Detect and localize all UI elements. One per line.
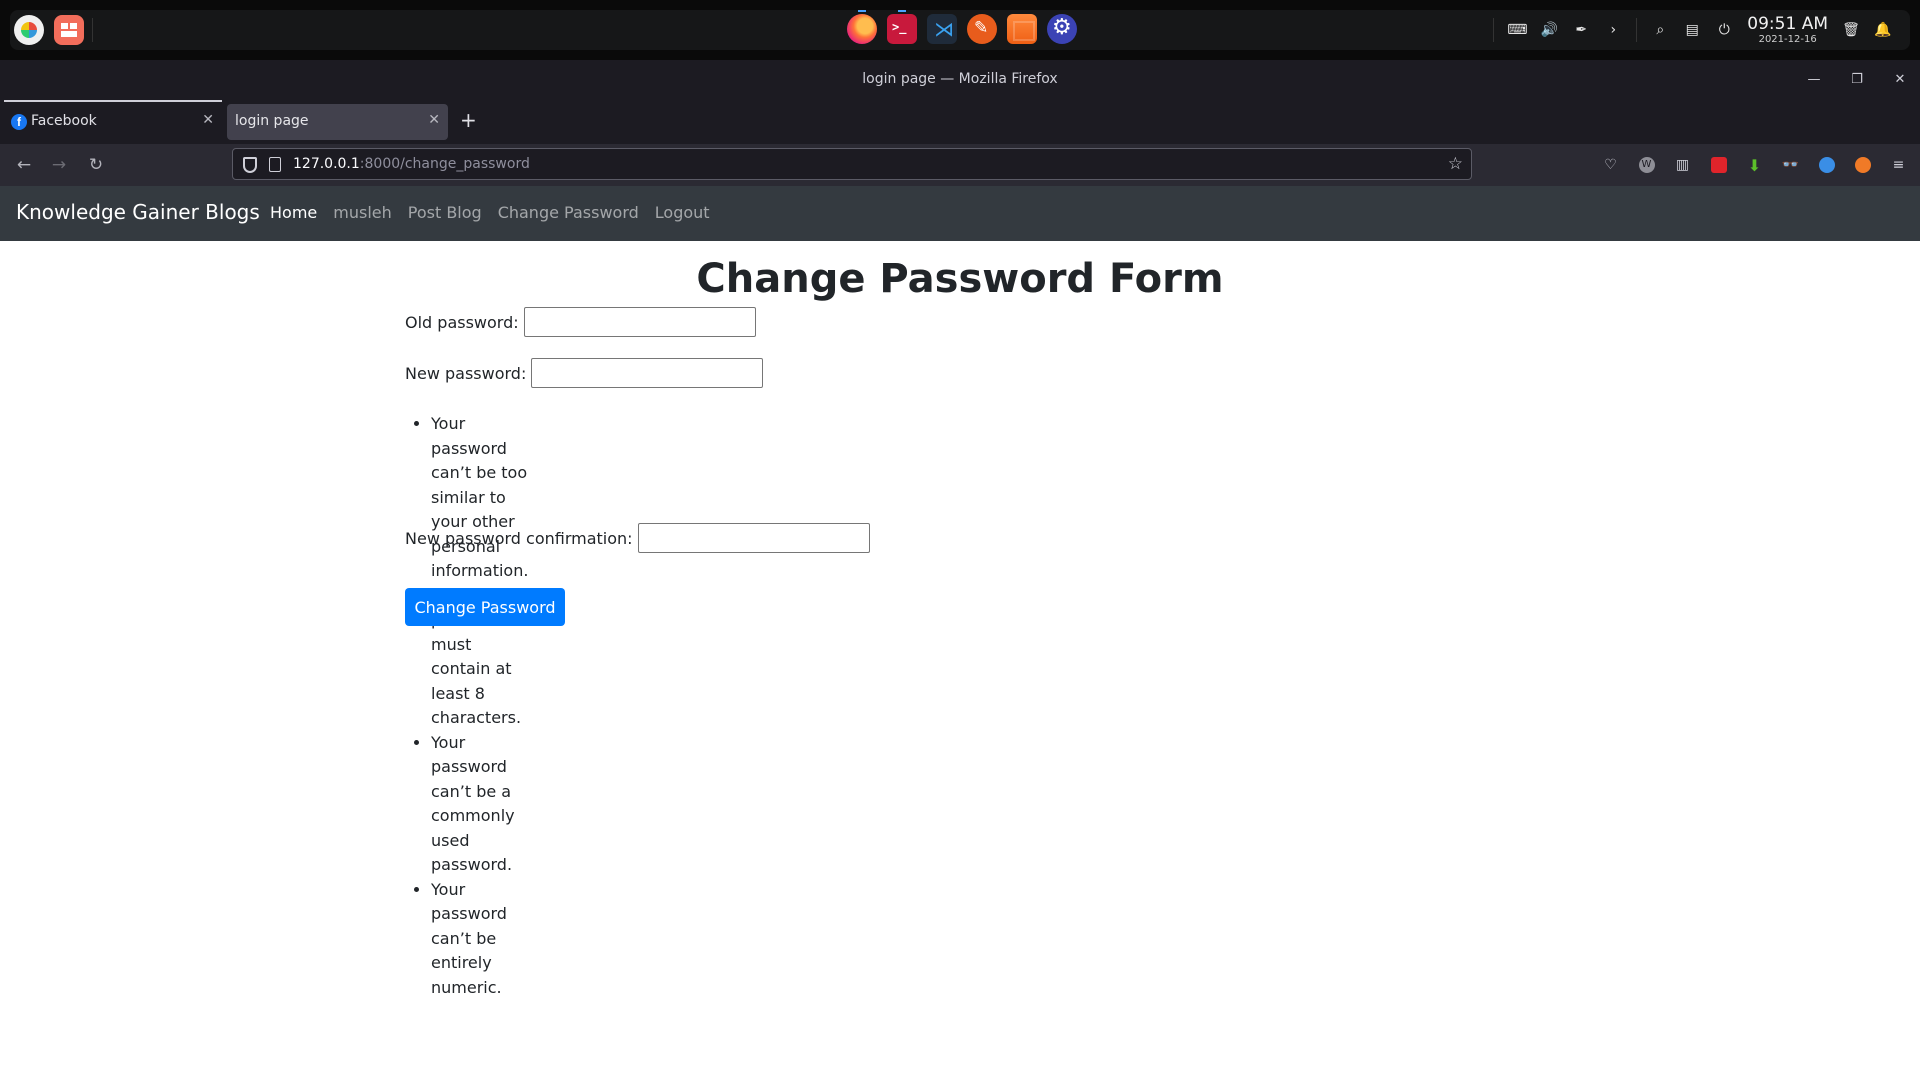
change-password-button[interactable]: Change Password xyxy=(405,588,565,626)
clock-time: 09:51 AM xyxy=(1747,13,1828,34)
nav-link-logout[interactable]: Logout xyxy=(655,203,710,222)
pdf-icon[interactable] xyxy=(1706,153,1731,177)
close-tab-icon[interactable]: ✕ xyxy=(428,112,440,128)
nav-link-home[interactable]: Home xyxy=(270,203,317,222)
new-tab-button[interactable]: + xyxy=(460,108,477,132)
dock xyxy=(847,10,1077,46)
panel-bar: ⌨ 🔊 ✒ › ⌕ ▤ ⏻ 09:51 AM 2021-12-16 🗑 🔔 xyxy=(10,10,1910,50)
desktop-panel: ⌨ 🔊 ✒ › ⌕ ▤ ⏻ 09:51 AM 2021-12-16 🗑 🔔 xyxy=(0,0,1920,60)
keyboard-icon[interactable]: ⌨ xyxy=(1507,21,1527,39)
trash-icon[interactable]: 🗑 xyxy=(1842,21,1860,39)
list-item: Your password can’t be a commonly used p… xyxy=(431,731,528,878)
notes-icon[interactable]: ▤ xyxy=(1683,21,1701,39)
restore-button[interactable]: ❐ xyxy=(1847,70,1867,90)
old-password-label: Old password: xyxy=(405,312,519,332)
tab-facebook[interactable]: f Facebook ✕ xyxy=(4,100,222,140)
feather-icon[interactable] xyxy=(967,14,997,44)
reload-button[interactable]: ↻ xyxy=(84,153,108,177)
pocket-icon[interactable]: ♡ xyxy=(1598,153,1623,177)
old-password-row: Old password: xyxy=(405,307,756,337)
panel-divider xyxy=(92,18,93,42)
terminal-icon[interactable] xyxy=(887,10,917,44)
app-menu-icon[interactable] xyxy=(14,15,44,45)
tab-label: login page xyxy=(235,113,309,129)
translate-icon[interactable] xyxy=(1814,153,1839,177)
facebook-icon: f xyxy=(11,114,27,130)
window-title: login page — Mozilla Firefox xyxy=(862,71,1058,87)
site-brand[interactable]: Knowledge Gainer Blogs xyxy=(16,200,260,224)
minimize-button[interactable]: — xyxy=(1804,70,1824,90)
page-title: Change Password Form xyxy=(696,256,1224,302)
list-item: Your password can’t be too similar to yo… xyxy=(431,412,528,584)
active-indicator xyxy=(858,10,866,12)
wikipedia-icon[interactable]: W xyxy=(1634,153,1659,177)
new-password-row: New password: xyxy=(405,358,764,388)
list-item: Your password can’t be entirely numeric. xyxy=(431,878,528,1001)
page-info-icon[interactable] xyxy=(269,157,281,172)
confirm-password-input[interactable] xyxy=(637,523,870,553)
bell-icon[interactable]: 🔔 xyxy=(1874,21,1892,39)
vscode-icon[interactable] xyxy=(927,14,957,44)
reader-glasses-icon[interactable]: 👓 xyxy=(1778,153,1803,177)
back-button[interactable]: ← xyxy=(12,153,36,177)
clock-date: 2021-12-16 xyxy=(1758,33,1817,45)
old-password-input[interactable] xyxy=(523,307,756,337)
settings-icon[interactable] xyxy=(1047,14,1077,44)
nav-link-profile[interactable]: musleh xyxy=(333,203,392,222)
tab-login-page[interactable]: login page ✕ xyxy=(227,104,448,140)
confirm-password-row: New password confirmation: xyxy=(405,523,870,553)
chevron-right-icon[interactable]: › xyxy=(1604,21,1622,39)
close-tab-icon[interactable]: ✕ xyxy=(202,112,214,128)
download-icon[interactable]: ⬇ xyxy=(1742,153,1767,177)
tab-strip: f Facebook ✕ login page ✕ xyxy=(0,100,1920,144)
confirm-password-label: New password confirmation: xyxy=(405,528,633,548)
site-navbar: Knowledge Gainer Blogs Home musleh Post … xyxy=(0,186,1920,241)
hamburger-menu-icon[interactable]: ≡ xyxy=(1886,153,1911,177)
nav-link-post-blog[interactable]: Post Blog xyxy=(408,203,482,222)
password-help-list: Your password can’t be too similar to yo… xyxy=(431,412,528,1000)
tab-label: Facebook xyxy=(31,113,97,129)
bookmark-star-icon[interactable]: ☆ xyxy=(1448,154,1463,174)
nav-link-change-password[interactable]: Change Password xyxy=(498,203,639,222)
system-tray: ⌨ 🔊 ✒ › ⌕ ▤ ⏻ 09:51 AM 2021-12-16 🗑 🔔 xyxy=(1493,14,1892,46)
url-bar[interactable]: 127.0.0.1:8000/change_password ☆ xyxy=(232,148,1472,180)
new-password-input[interactable] xyxy=(531,358,764,388)
new-password-label: New password: xyxy=(405,363,527,383)
tray-divider xyxy=(1493,18,1495,42)
url-host: 127.0.0.1 xyxy=(293,156,360,172)
nav-toolbar: ← → ↻ 127.0.0.1:8000/change_password ☆ ♡… xyxy=(0,144,1920,186)
active-indicator xyxy=(898,10,906,12)
extension-bar: ♡ W ▥ ⬇ 👓 ≡ xyxy=(1598,153,1911,177)
url-text[interactable]: 127.0.0.1:8000/change_password xyxy=(293,156,530,172)
firefox-icon[interactable] xyxy=(847,10,877,44)
library-icon[interactable]: ▥ xyxy=(1670,153,1695,177)
pen-icon[interactable]: ✒ xyxy=(1572,21,1590,39)
window-titlebar: login page — Mozilla Firefox — ❐ ✕ xyxy=(0,60,1920,100)
store-icon[interactable] xyxy=(1007,14,1037,44)
power-icon[interactable]: ⏻ xyxy=(1715,21,1733,39)
workspace-icon[interactable] xyxy=(54,15,84,45)
clock[interactable]: 09:51 AM 2021-12-16 xyxy=(1747,13,1828,45)
page-viewport: Knowledge Gainer Blogs Home musleh Post … xyxy=(0,186,1920,1080)
fox-extension-icon[interactable] xyxy=(1850,153,1875,177)
search-icon[interactable]: ⌕ xyxy=(1651,21,1669,39)
volume-icon[interactable]: 🔊 xyxy=(1540,21,1558,39)
url-path: :8000/change_password xyxy=(359,156,530,172)
forward-button[interactable]: → xyxy=(47,153,71,177)
site-nav-links: Home musleh Post Blog Change Password Lo… xyxy=(270,203,710,222)
shield-icon[interactable] xyxy=(243,157,257,173)
tray-divider xyxy=(1636,18,1638,42)
close-window-button[interactable]: ✕ xyxy=(1890,70,1910,90)
